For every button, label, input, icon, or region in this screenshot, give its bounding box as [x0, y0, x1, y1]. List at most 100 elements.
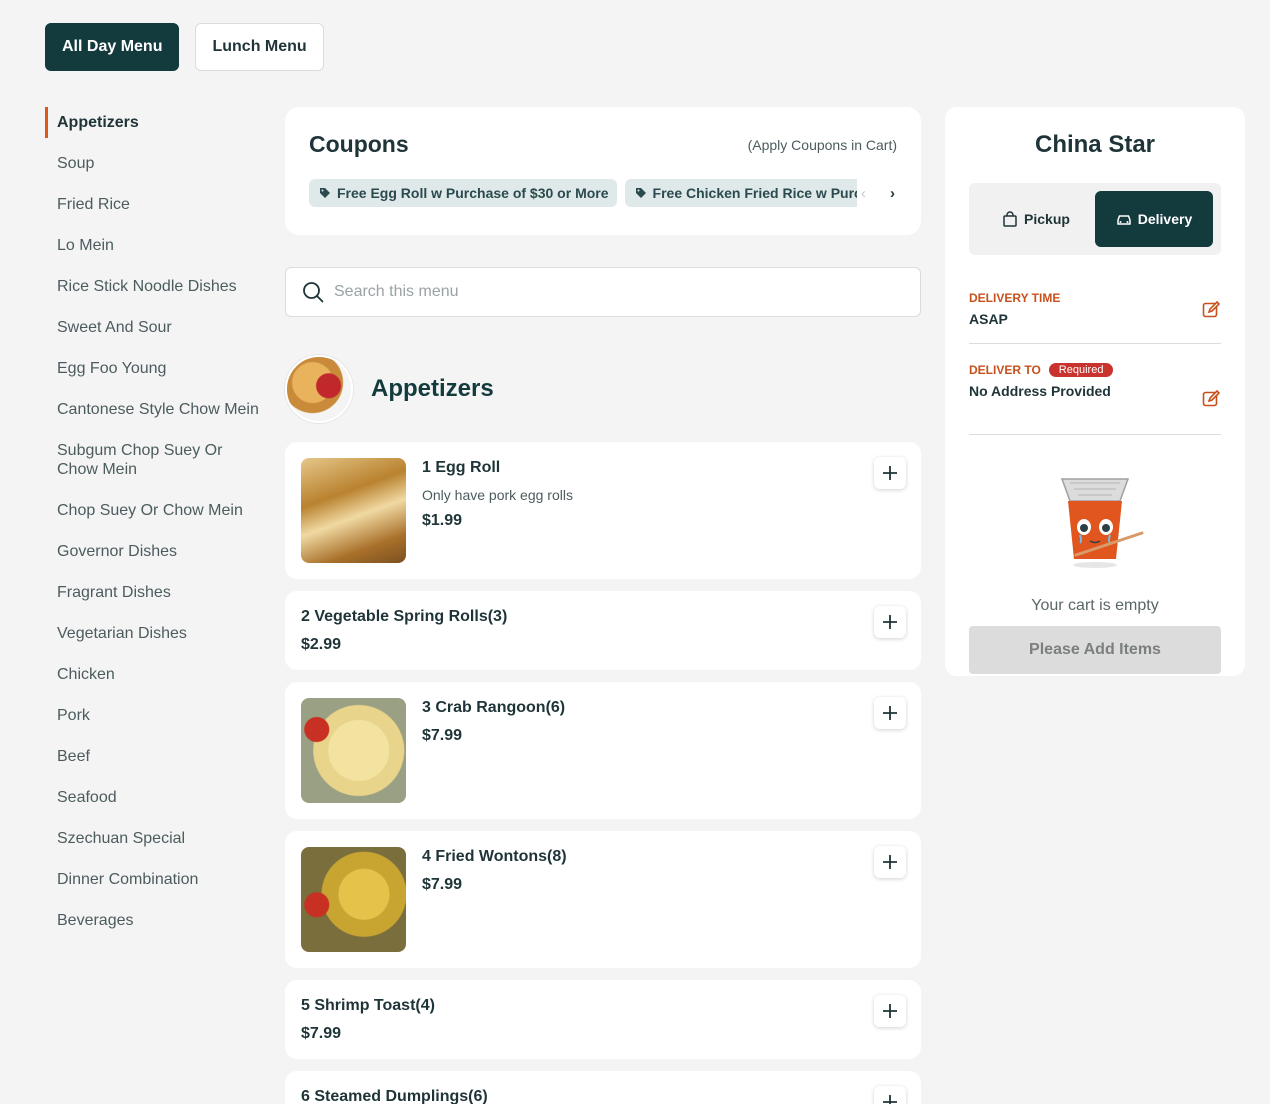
sidebar-item-rice-stick-noodle-dishes[interactable]: Rice Stick Noodle Dishes	[45, 271, 260, 302]
menu-item[interactable]: 5 Shrimp Toast(4) $7.99	[285, 980, 921, 1059]
sidebar-item-pork[interactable]: Pork	[45, 700, 260, 731]
section-image	[285, 355, 353, 423]
checkout-button[interactable]: Please Add Items	[969, 626, 1221, 674]
item-price: $1.99	[422, 512, 463, 529]
sidebar-item-egg-foo-young[interactable]: Egg Foo Young	[45, 353, 260, 384]
add-item-button[interactable]	[874, 1086, 906, 1104]
sidebar-item-appetizers[interactable]: Appetizers	[45, 107, 260, 138]
menu-item[interactable]: 1 Egg Roll Only have pork egg rolls $1.9…	[285, 442, 921, 579]
sidebar-item-dinner-combination[interactable]: Dinner Combination	[45, 864, 260, 895]
delivery-time-row: DELIVERY TIME ASAP	[969, 291, 1221, 344]
coupon-carousel-nav: ‹ ›	[857, 179, 899, 207]
item-name: 3 Crab Rangoon(6)	[422, 699, 566, 716]
plus-icon	[883, 1095, 897, 1104]
item-price: $7.99	[422, 876, 463, 893]
item-info: 4 Fried Wontons(8) $7.99	[422, 847, 567, 952]
search-input[interactable]	[334, 283, 904, 301]
delivery-time-value: ASAP	[969, 311, 1008, 327]
edit-icon[interactable]	[1202, 390, 1220, 408]
tab-all-day-menu[interactable]: All Day Menu	[45, 23, 180, 71]
sidebar-item-chicken[interactable]: Chicken	[45, 659, 260, 690]
search-icon	[303, 282, 324, 303]
order-mode-toggle: Pickup Delivery	[969, 183, 1221, 255]
sidebar-item-subgum-chop-suey[interactable]: Subgum Chop Suey Or Chow Mein	[45, 435, 260, 485]
item-image	[301, 847, 406, 952]
item-info: 3 Crab Rangoon(6) $7.99	[422, 698, 565, 803]
deliver-to-label-group: DELIVER TO Required	[969, 363, 1221, 377]
coupons-card: Coupons (Apply Coupons in Cart) Free Egg…	[285, 107, 921, 235]
add-item-button[interactable]	[874, 846, 906, 878]
delivery-option[interactable]: Delivery	[1095, 191, 1213, 247]
item-info: 5 Shrimp Toast(4) $7.99	[301, 996, 435, 1043]
section-header: Appetizers	[285, 355, 921, 423]
tab-lunch-menu[interactable]: Lunch Menu	[195, 23, 324, 71]
edit-icon[interactable]	[1202, 301, 1220, 319]
sidebar-item-fried-rice[interactable]: Fried Rice	[45, 189, 260, 220]
plus-icon	[883, 615, 897, 629]
plus-icon	[883, 1004, 897, 1018]
shopping-bag-icon	[1003, 211, 1017, 227]
sidebar-item-soup[interactable]: Soup	[45, 148, 260, 179]
item-description: Only have pork egg rolls	[422, 487, 573, 503]
sidebar-item-seafood[interactable]: Seafood	[45, 782, 260, 813]
item-name: 6 Steamed Dumplings(6)	[301, 1088, 488, 1104]
item-info: 6 Steamed Dumplings(6)	[301, 1087, 488, 1104]
pickup-label: Pickup	[1024, 211, 1070, 227]
sidebar-item-vegetarian-dishes[interactable]: Vegetarian Dishes	[45, 618, 260, 649]
car-icon	[1117, 215, 1131, 225]
chevron-right-icon[interactable]: ›	[890, 185, 895, 202]
chevron-left-icon[interactable]: ‹	[861, 185, 866, 202]
menu-item[interactable]: 3 Crab Rangoon(6) $7.99	[285, 682, 921, 819]
coupons-note: (Apply Coupons in Cart)	[747, 137, 897, 153]
plus-icon	[883, 855, 897, 869]
section-title: Appetizers	[371, 375, 494, 402]
search-bar	[285, 267, 921, 317]
add-item-button[interactable]	[874, 457, 906, 489]
delivery-label: Delivery	[1137, 211, 1193, 227]
coupon-list: Free Egg Roll w Purchase of $30 or More …	[309, 179, 899, 207]
menu-item[interactable]: 6 Steamed Dumplings(6)	[285, 1071, 921, 1104]
item-price: $7.99	[301, 1025, 342, 1042]
sidebar-item-cantonese-style-chow-mein[interactable]: Cantonese Style Chow Mein	[45, 394, 260, 425]
coupon-chip[interactable]: Free Chicken Fried Rice w Purchase of $5…	[624, 179, 875, 207]
deliver-to-label: DELIVER TO	[969, 363, 1041, 377]
pickup-option[interactable]: Pickup	[977, 191, 1095, 247]
takeout-box-mascot-icon	[1060, 478, 1144, 568]
item-name: 2 Vegetable Spring Rolls(3)	[301, 608, 508, 625]
sidebar-item-chop-suey[interactable]: Chop Suey Or Chow Mein	[45, 495, 260, 526]
store-name: China Star	[1034, 131, 1156, 158]
sidebar-item-sweet-and-sour[interactable]: Sweet And Sour	[45, 312, 260, 343]
cart-empty-text: Your cart is empty	[1031, 597, 1159, 614]
sidebar-item-governor-dishes[interactable]: Governor Dishes	[45, 536, 260, 567]
item-info: 2 Vegetable Spring Rolls(3) $2.99	[301, 607, 507, 654]
required-badge: Required	[1048, 363, 1114, 377]
add-item-button[interactable]	[874, 697, 906, 729]
sidebar-item-beverages[interactable]: Beverages	[45, 905, 260, 936]
item-name: 1 Egg Roll	[422, 459, 501, 476]
coupon-label: Free Egg Roll w Purchase of $30 or More	[337, 185, 609, 201]
tag-icon	[635, 188, 646, 198]
item-price: $2.99	[301, 636, 342, 653]
coupon-label: Free Chicken Fried Rice w Purchase of $5…	[652, 185, 875, 201]
menu-item[interactable]: 4 Fried Wontons(8) $7.99	[285, 831, 921, 968]
item-name: 4 Fried Wontons(8)	[422, 848, 567, 865]
sidebar-item-szechuan-special[interactable]: Szechuan Special	[45, 823, 260, 854]
sidebar-item-lo-mein[interactable]: Lo Mein	[45, 230, 260, 261]
item-name: 5 Shrimp Toast(4)	[301, 997, 435, 1014]
sidebar-item-fragrant-dishes[interactable]: Fragrant Dishes	[45, 577, 260, 608]
coupon-chip[interactable]: Free Egg Roll w Purchase of $30 or More	[309, 179, 617, 207]
item-image	[301, 458, 406, 563]
item-image	[301, 698, 406, 803]
sidebar-item-beef[interactable]: Beef	[45, 741, 260, 772]
deliver-to-row: DELIVER TO Required No Address Provided	[969, 363, 1221, 435]
item-price: $7.99	[422, 727, 463, 744]
add-item-button[interactable]	[874, 995, 906, 1027]
deliver-to-value: No Address Provided	[969, 383, 1111, 399]
menu-item[interactable]: 2 Vegetable Spring Rolls(3) $2.99	[285, 591, 921, 670]
plus-icon	[883, 706, 897, 720]
add-item-button[interactable]	[874, 606, 906, 638]
item-info: 1 Egg Roll Only have pork egg rolls $1.9…	[422, 458, 573, 563]
menu-main: Coupons (Apply Coupons in Cart) Free Egg…	[285, 107, 921, 1104]
category-sidebar: Appetizers Soup Fried Rice Lo Mein Rice …	[45, 107, 260, 946]
delivery-time-label: DELIVERY TIME	[969, 291, 1061, 305]
